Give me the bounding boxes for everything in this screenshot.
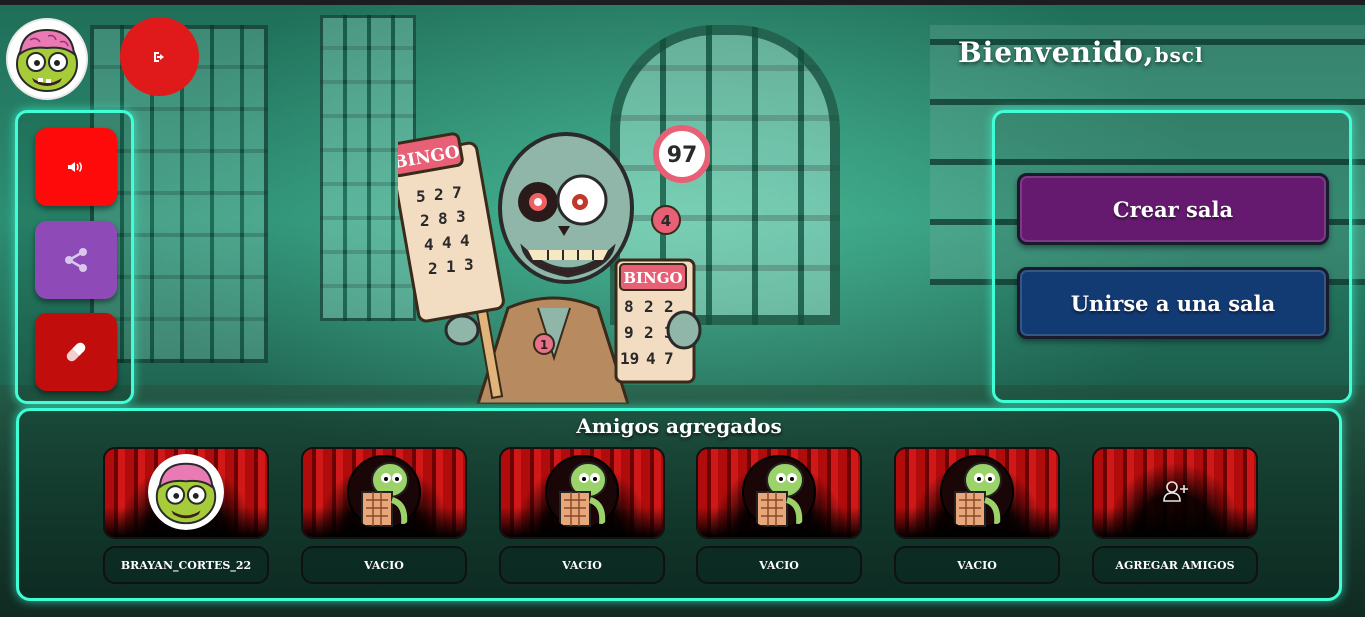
card1-n12: 3 bbox=[464, 255, 474, 274]
card1-n6: 3 bbox=[456, 207, 466, 226]
add-friends-label[interactable]: Agregar amigos bbox=[1092, 546, 1258, 584]
side-control-panel bbox=[15, 110, 134, 404]
friend-slot: Vacio bbox=[301, 447, 467, 584]
join-room-button[interactable]: Unirse a una sala bbox=[1017, 267, 1329, 339]
friend-slot: Vacio bbox=[894, 447, 1060, 584]
card1-n2: 2 bbox=[434, 185, 444, 204]
card1-n11: 1 bbox=[446, 257, 456, 276]
friend-avatar bbox=[148, 454, 224, 530]
blood-drip bbox=[1094, 507, 1256, 537]
bingo-zombie-avatar-icon bbox=[545, 455, 619, 529]
friend-card[interactable] bbox=[894, 447, 1060, 539]
add-friend-card[interactable] bbox=[1092, 447, 1258, 539]
card2-n2: 2 bbox=[644, 297, 654, 316]
friend-card[interactable] bbox=[499, 447, 665, 539]
pill-icon bbox=[66, 342, 86, 362]
friend-card[interactable] bbox=[301, 447, 467, 539]
brain-zombie-avatar-icon bbox=[8, 20, 86, 98]
welcome-prefix: Bienvenido, bbox=[958, 36, 1155, 69]
card1-n1: 5 bbox=[416, 187, 426, 206]
logout-button[interactable] bbox=[120, 17, 199, 96]
brain-zombie-avatar-icon bbox=[148, 454, 224, 530]
zombie-bingo-illustration: 1 BINGO 5 2 7 2 8 3 4 4 4 2 1 3 97 4 BIN… bbox=[398, 125, 710, 404]
card2-n7: 19 bbox=[620, 349, 639, 368]
friends-title: Amigos agregados bbox=[576, 414, 782, 438]
user-avatar[interactable] bbox=[6, 18, 88, 100]
card2-n3: 2 bbox=[664, 297, 674, 316]
friend-card[interactable] bbox=[696, 447, 862, 539]
friend-slot: Agregar amigos bbox=[1092, 447, 1258, 584]
friend-slot: brayan_cortes_22 bbox=[103, 447, 269, 584]
pill-button[interactable] bbox=[35, 313, 117, 391]
volume-icon bbox=[68, 162, 82, 172]
bingo-zombie-avatar-icon bbox=[940, 455, 1014, 529]
badge-number: 1 bbox=[540, 338, 548, 352]
ball-4-number: 4 bbox=[661, 212, 671, 230]
card2-n5: 2 bbox=[644, 323, 654, 342]
friend-name-label[interactable]: Vacio bbox=[696, 546, 862, 584]
sound-button[interactable] bbox=[35, 128, 117, 206]
bingo-zombie-avatar-icon bbox=[742, 455, 816, 529]
card2-title: BINGO bbox=[623, 269, 682, 287]
card2-n4: 9 bbox=[624, 323, 634, 342]
friend-name-label[interactable]: brayan_cortes_22 bbox=[103, 546, 269, 584]
card1-n10: 2 bbox=[428, 259, 438, 278]
bingo-zombie-avatar-icon bbox=[347, 455, 421, 529]
friend-name-label[interactable]: Vacio bbox=[301, 546, 467, 584]
share-icon bbox=[65, 248, 87, 272]
friend-card[interactable] bbox=[103, 447, 269, 539]
card1-n7: 4 bbox=[424, 235, 434, 254]
friend-avatar bbox=[741, 454, 817, 530]
share-button[interactable] bbox=[35, 221, 117, 299]
friend-avatar bbox=[939, 454, 1015, 530]
card1-n5: 8 bbox=[438, 209, 448, 228]
ball-97-number: 97 bbox=[667, 143, 698, 168]
friend-slot: Vacio bbox=[696, 447, 862, 584]
room-panel: Crear sala Unirse a una sala bbox=[992, 110, 1352, 403]
card1-n9: 4 bbox=[460, 231, 470, 250]
card1-n8: 4 bbox=[442, 233, 452, 252]
welcome-text: Bienvenido,bscl bbox=[958, 36, 1204, 69]
welcome-username: bscl bbox=[1154, 43, 1204, 67]
friend-slot: Vacio bbox=[499, 447, 665, 584]
logout-icon bbox=[153, 51, 164, 62]
create-room-button[interactable]: Crear sala bbox=[1017, 173, 1329, 245]
friend-avatar bbox=[346, 454, 422, 530]
friend-name-label[interactable]: Vacio bbox=[499, 546, 665, 584]
friends-panel: Amigos agregados brayan_cortes_22 bbox=[16, 408, 1342, 601]
friend-avatar bbox=[544, 454, 620, 530]
card1-n4: 2 bbox=[420, 211, 430, 230]
card1-n3: 7 bbox=[452, 183, 462, 202]
card2-n9: 7 bbox=[664, 349, 674, 368]
friend-name-label[interactable]: Vacio bbox=[894, 546, 1060, 584]
add-user-icon bbox=[1163, 481, 1188, 502]
card2-n8: 4 bbox=[646, 349, 656, 368]
card2-n1: 8 bbox=[624, 297, 634, 316]
